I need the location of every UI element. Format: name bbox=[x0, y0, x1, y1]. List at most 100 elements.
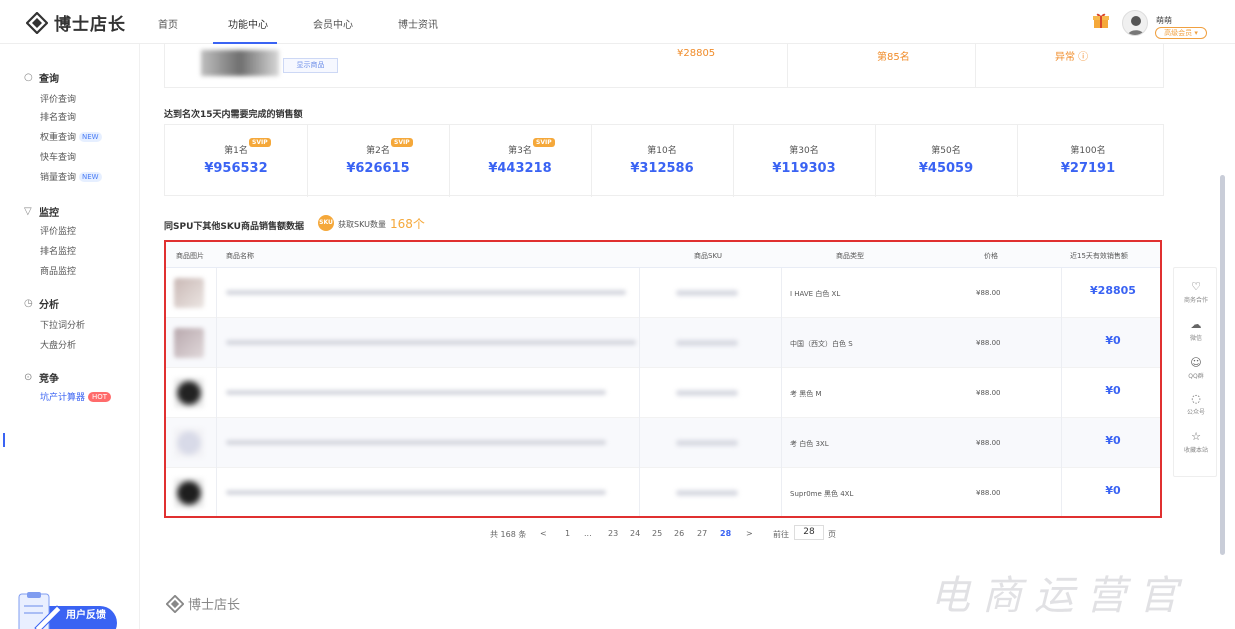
column-header: 商品图片 bbox=[176, 252, 204, 260]
float-qq-group[interactable]: ☺ QQ群 bbox=[1174, 356, 1218, 380]
member-level-dropdown[interactable]: 高级会员 ▾ bbox=[1155, 27, 1207, 39]
sidebar-item-weight-query[interactable]: 权重查询 NEW bbox=[40, 130, 102, 143]
product-price: ¥88.00 bbox=[976, 439, 1001, 447]
product-thumbnail bbox=[174, 378, 204, 408]
watermark: 电商运营官 bbox=[885, 555, 1235, 629]
float-bookmark[interactable]: ☆ 收藏本站 bbox=[1174, 430, 1218, 454]
product-name-redacted bbox=[226, 340, 636, 345]
rank-label: 第50名 bbox=[931, 146, 961, 156]
rank-label: 第2名 bbox=[366, 146, 390, 156]
gift-icon[interactable] bbox=[1093, 12, 1109, 29]
column-divider bbox=[216, 268, 217, 516]
svip-badge: SVIP bbox=[391, 138, 413, 147]
table-row[interactable]: 中国（西文）白色 S ¥88.00 ¥0 bbox=[166, 318, 1160, 368]
sales-amount: ¥28805 bbox=[1090, 284, 1136, 297]
pagination-page[interactable]: 25 bbox=[652, 529, 662, 538]
sidebar-item-rank-monitor[interactable]: 排名监控 bbox=[40, 244, 76, 257]
rank-value: ¥27191 bbox=[1060, 161, 1116, 176]
sidebar-item-express-query[interactable]: 快车查询 bbox=[40, 150, 76, 163]
product-rank: 第85名 bbox=[877, 52, 910, 63]
divider bbox=[975, 44, 976, 88]
product-sku-redacted bbox=[676, 440, 738, 446]
column-header: 商品SKU bbox=[694, 252, 722, 260]
pagination-next-button[interactable]: > bbox=[746, 529, 753, 538]
pagination-page[interactable]: 24 bbox=[630, 529, 640, 538]
sidebar-item-product-monitor[interactable]: 商品监控 bbox=[40, 264, 76, 277]
compete-icon: ⊙ bbox=[24, 371, 33, 383]
user-name: 萌萌 bbox=[1156, 16, 1172, 25]
divider bbox=[1017, 125, 1018, 197]
rank-cell: 第50名 ¥45059 bbox=[875, 125, 1017, 197]
sku-section-title: 同SPU下其他SKU商品销售额数据 bbox=[164, 222, 304, 232]
nav-news[interactable]: 博士资讯 bbox=[398, 16, 438, 31]
float-official-account[interactable]: ◌ 公众号 bbox=[1174, 392, 1218, 416]
sidebar-item-rank-query[interactable]: 排名查询 bbox=[40, 110, 76, 123]
product-sku-redacted bbox=[676, 290, 738, 296]
sidebar-item-keyword-analysis[interactable]: 下拉词分析 bbox=[40, 318, 85, 331]
rank-value: ¥443218 bbox=[488, 161, 552, 176]
sales-amount: ¥0 bbox=[1105, 484, 1121, 497]
column-header: 价格 bbox=[984, 252, 998, 260]
divider bbox=[449, 125, 450, 197]
float-wechat[interactable]: ☁ 微信 bbox=[1174, 318, 1218, 342]
sidebar-active-indicator bbox=[3, 433, 5, 447]
table-row[interactable]: Supr0me 黑色 4XL ¥88.00 ¥0 bbox=[166, 468, 1160, 518]
page-scrollbar[interactable] bbox=[1220, 175, 1225, 555]
rank-sales-card: 第1名 SVIP ¥956532 第2名 SVIP ¥626615 第3名 SV… bbox=[164, 124, 1164, 197]
pagination-page[interactable]: 27 bbox=[697, 529, 707, 538]
product-type: I HAVE 白色 XL bbox=[790, 290, 841, 298]
pagination-goto-input[interactable]: 28 bbox=[794, 525, 824, 540]
pagination-prev-button[interactable]: < bbox=[540, 529, 547, 538]
brand-logo[interactable]: 博士店长 bbox=[26, 10, 126, 35]
pagination-page-current[interactable]: 28 bbox=[720, 529, 731, 538]
svip-badge: SVIP bbox=[533, 138, 555, 147]
column-header: 商品类型 bbox=[836, 252, 864, 260]
sidebar-item-sales-query[interactable]: 销量查询 NEW bbox=[40, 170, 102, 183]
product-sku-redacted bbox=[676, 490, 738, 496]
table-header: 商品图片 商品名称 商品SKU 商品类型 价格 近15天有效销售额 bbox=[166, 242, 1160, 268]
sidebar: ○ 查询 评价查询 排名查询 权重查询 NEW 快车查询 销量查询 NEW ▽ 监控 评… bbox=[0, 44, 140, 629]
brand-name: 博士店长 bbox=[54, 15, 126, 35]
pagination-page[interactable]: 23 bbox=[608, 529, 618, 538]
product-type: 中国（西文）白色 S bbox=[790, 340, 853, 348]
watermark-text: 电商运营官 bbox=[930, 573, 1190, 619]
table-row[interactable]: I HAVE 白色 XL ¥88.00 ¥28805 bbox=[166, 268, 1160, 318]
pagination-goto-label: 前往 bbox=[773, 530, 789, 539]
rank-cell: 第3名 SVIP ¥443218 bbox=[449, 125, 591, 197]
sidebar-group-query[interactable]: ○ 查询 bbox=[24, 70, 59, 85]
table-row[interactable]: 考 黑色 M ¥88.00 ¥0 bbox=[166, 368, 1160, 418]
sidebar-item-review-query[interactable]: 评价查询 bbox=[40, 92, 76, 105]
nav-feature-center[interactable]: 功能中心 bbox=[228, 16, 268, 31]
sku-count-label: 获取SKU数量 bbox=[338, 220, 386, 229]
pagination-page[interactable]: 1 bbox=[565, 529, 570, 538]
top-navbar: 博士店长 首页 功能中心 会员中心 博士资讯 萌萌 高级会员 ▾ bbox=[0, 0, 1235, 44]
rank-value: ¥956532 bbox=[204, 161, 268, 176]
sidebar-group-analysis[interactable]: ◷ 分析 bbox=[24, 296, 59, 311]
avatar-image-icon bbox=[1127, 16, 1145, 35]
rank-cell: 第30名 ¥119303 bbox=[733, 125, 875, 197]
float-label: QQ群 bbox=[1188, 373, 1204, 380]
product-name-redacted bbox=[226, 440, 606, 445]
sidebar-group-compete[interactable]: ⊙ 竞争 bbox=[24, 370, 59, 385]
table-row[interactable]: 考 白色 3XL ¥88.00 ¥0 bbox=[166, 418, 1160, 468]
rank-cell: 第10名 ¥312586 bbox=[591, 125, 733, 197]
sales-amount: ¥0 bbox=[1105, 334, 1121, 347]
product-price: ¥88.00 bbox=[976, 289, 1001, 297]
nav-home[interactable]: 首页 bbox=[158, 16, 178, 31]
show-product-button[interactable]: 显示商品 bbox=[283, 58, 338, 73]
sidebar-item-review-monitor[interactable]: 评价监控 bbox=[40, 224, 76, 237]
float-business[interactable]: ♡ 商务合作 bbox=[1174, 280, 1218, 304]
pagination-ellipsis[interactable]: ... bbox=[584, 529, 592, 538]
rank-label: 第10名 bbox=[647, 146, 677, 156]
nav-member-center[interactable]: 会员中心 bbox=[313, 16, 353, 31]
sidebar-item-market-analysis[interactable]: 大盘分析 bbox=[40, 338, 76, 351]
sidebar-item-pit-calculator[interactable]: 坑产计算器 HOT bbox=[40, 390, 112, 403]
sidebar-group-monitor[interactable]: ▽ 监控 bbox=[24, 204, 59, 219]
pagination-page[interactable]: 26 bbox=[674, 529, 684, 538]
sku-badge: SKU bbox=[318, 215, 334, 231]
product-status[interactable]: 异常 ⓘ bbox=[1055, 48, 1088, 63]
rank-section-title: 达到名次15天内需要完成的销售额 bbox=[164, 110, 303, 120]
divider bbox=[787, 44, 788, 88]
avatar[interactable] bbox=[1122, 10, 1148, 36]
product-type: Supr0me 黑色 4XL bbox=[790, 490, 854, 498]
